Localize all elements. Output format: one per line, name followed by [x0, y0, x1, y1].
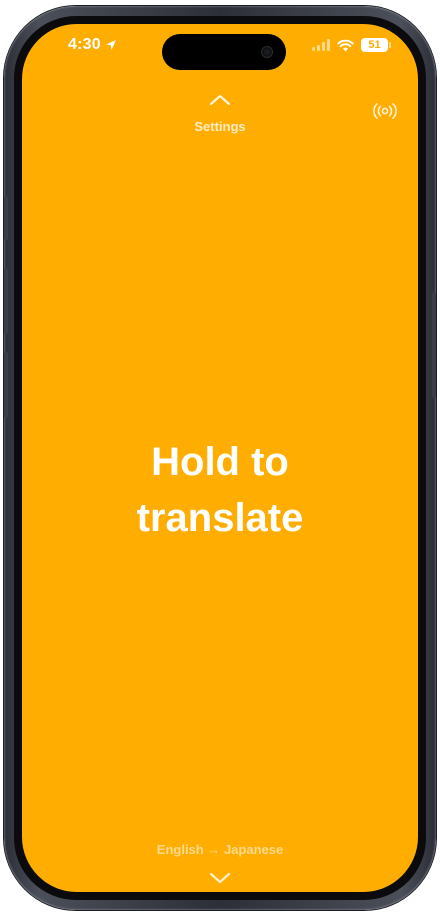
settings-link[interactable]: Settings — [22, 119, 418, 134]
phone-frame: 4:30 51 Settings Hold to translate Engli… — [4, 6, 436, 910]
side-button — [432, 292, 436, 398]
status-bar-time: 4:30 — [68, 36, 117, 54]
location-arrow-icon — [105, 40, 116, 50]
headline-line-2: translate — [136, 496, 304, 540]
hold-to-translate-area[interactable]: Hold to translate — [22, 434, 418, 546]
headline-line-1: Hold to — [151, 440, 289, 484]
wifi-icon — [337, 39, 354, 51]
battery-icon: 51 — [361, 38, 391, 52]
app-screen[interactable]: 4:30 51 Settings Hold to translate Engli… — [22, 24, 418, 892]
action-button — [4, 196, 8, 240]
chevron-down-icon[interactable] — [209, 872, 231, 884]
battery-level: 51 — [368, 39, 381, 51]
time-text: 4:30 — [68, 36, 101, 53]
chevron-up-icon[interactable] — [209, 94, 231, 106]
volume-down-button — [4, 352, 8, 418]
language-pair-selector[interactable]: English → Japanese — [22, 842, 418, 857]
cellular-signal-icon — [312, 39, 330, 51]
camera-icon — [262, 47, 272, 57]
status-bar-indicators: 51 — [312, 38, 391, 52]
phone-bezel: 4:30 51 Settings Hold to translate Engli… — [14, 16, 426, 900]
dynamic-island — [162, 34, 286, 70]
volume-up-button — [4, 268, 8, 334]
broadcast-icon[interactable] — [372, 102, 398, 120]
